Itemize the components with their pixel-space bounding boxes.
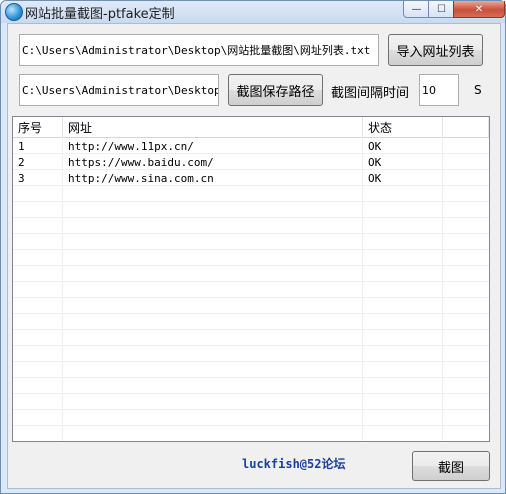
table-row[interactable]	[13, 282, 489, 298]
cell-status: OK	[368, 155, 382, 169]
url-list-path-input[interactable]: C:\Users\Administrator\Desktop\网站批量截图\网址…	[19, 34, 379, 66]
cell-index: 2	[18, 155, 25, 169]
interval-input[interactable]: 10	[419, 74, 459, 106]
cell-index: 3	[18, 171, 25, 185]
minimize-icon: —	[411, 3, 422, 15]
interval-unit-label: S	[474, 83, 482, 97]
url-table[interactable]: 序号 网址 状态 1 http://www.11px.cn/OK 2 https://…	[12, 116, 490, 442]
table-row[interactable]	[13, 186, 489, 202]
close-icon: ✕	[474, 3, 484, 15]
table-row[interactable]	[13, 250, 489, 266]
cell-url: http://www.11px.cn/	[68, 139, 194, 153]
cell-index: 1	[18, 139, 25, 153]
close-button[interactable]: ✕	[453, 1, 505, 18]
table-row[interactable]	[13, 234, 489, 250]
maximize-icon: ☐	[437, 3, 446, 15]
minimize-button[interactable]: —	[403, 1, 430, 18]
cell-url: http://www.sina.com.cn	[68, 171, 214, 185]
table-row[interactable]: 2 https://www.baidu.com/OK	[13, 154, 489, 170]
table-row[interactable]	[13, 218, 489, 234]
app-icon	[5, 3, 23, 21]
save-path-button[interactable]: 截图保存路径	[228, 74, 323, 106]
table-row[interactable]	[13, 362, 489, 378]
cell-url: https://www.baidu.com/	[68, 155, 214, 169]
client-area: C:\Users\Administrator\Desktop\网站批量截图\网址…	[7, 23, 501, 489]
header-url[interactable]: 网址	[63, 117, 363, 137]
maximize-button[interactable]: ☐	[428, 1, 455, 18]
footer-credit: luckfish@52论坛	[242, 457, 346, 471]
table-row[interactable]: 3 http://www.sina.com.cn OK	[13, 170, 489, 186]
cell-status: OK	[368, 139, 382, 153]
table-row[interactable]	[13, 266, 489, 282]
table-row[interactable]	[13, 346, 489, 362]
window-title: 网站批量截图-ptfake定制	[25, 7, 175, 22]
table-row[interactable]	[13, 298, 489, 314]
table-header: 序号 网址 状态	[13, 117, 489, 138]
table-row[interactable]	[13, 410, 489, 426]
title-bar: 网站批量截图-ptfake定制 — ☐ ✕	[1, 1, 505, 23]
cell-status: OK	[368, 171, 382, 185]
screenshot-button[interactable]: 截图	[412, 451, 490, 481]
table-row[interactable]: 1 http://www.11px.cn/OK	[13, 138, 489, 154]
table-row[interactable]	[13, 378, 489, 394]
header-status[interactable]: 状态	[363, 117, 443, 137]
import-url-list-button[interactable]: 导入网址列表	[388, 34, 483, 66]
app-window: 网站批量截图-ptfake定制 — ☐ ✕ C:\Users\Administr…	[0, 0, 506, 494]
table-row[interactable]	[13, 202, 489, 218]
interval-label: 截图间隔时间	[331, 86, 410, 101]
table-row[interactable]	[13, 330, 489, 346]
header-index[interactable]: 序号	[13, 117, 63, 137]
table-row[interactable]	[13, 314, 489, 330]
header-extra[interactable]	[443, 117, 489, 137]
table-row[interactable]	[13, 394, 489, 410]
save-path-input[interactable]: C:\Users\Administrator\Desktop	[19, 74, 219, 106]
